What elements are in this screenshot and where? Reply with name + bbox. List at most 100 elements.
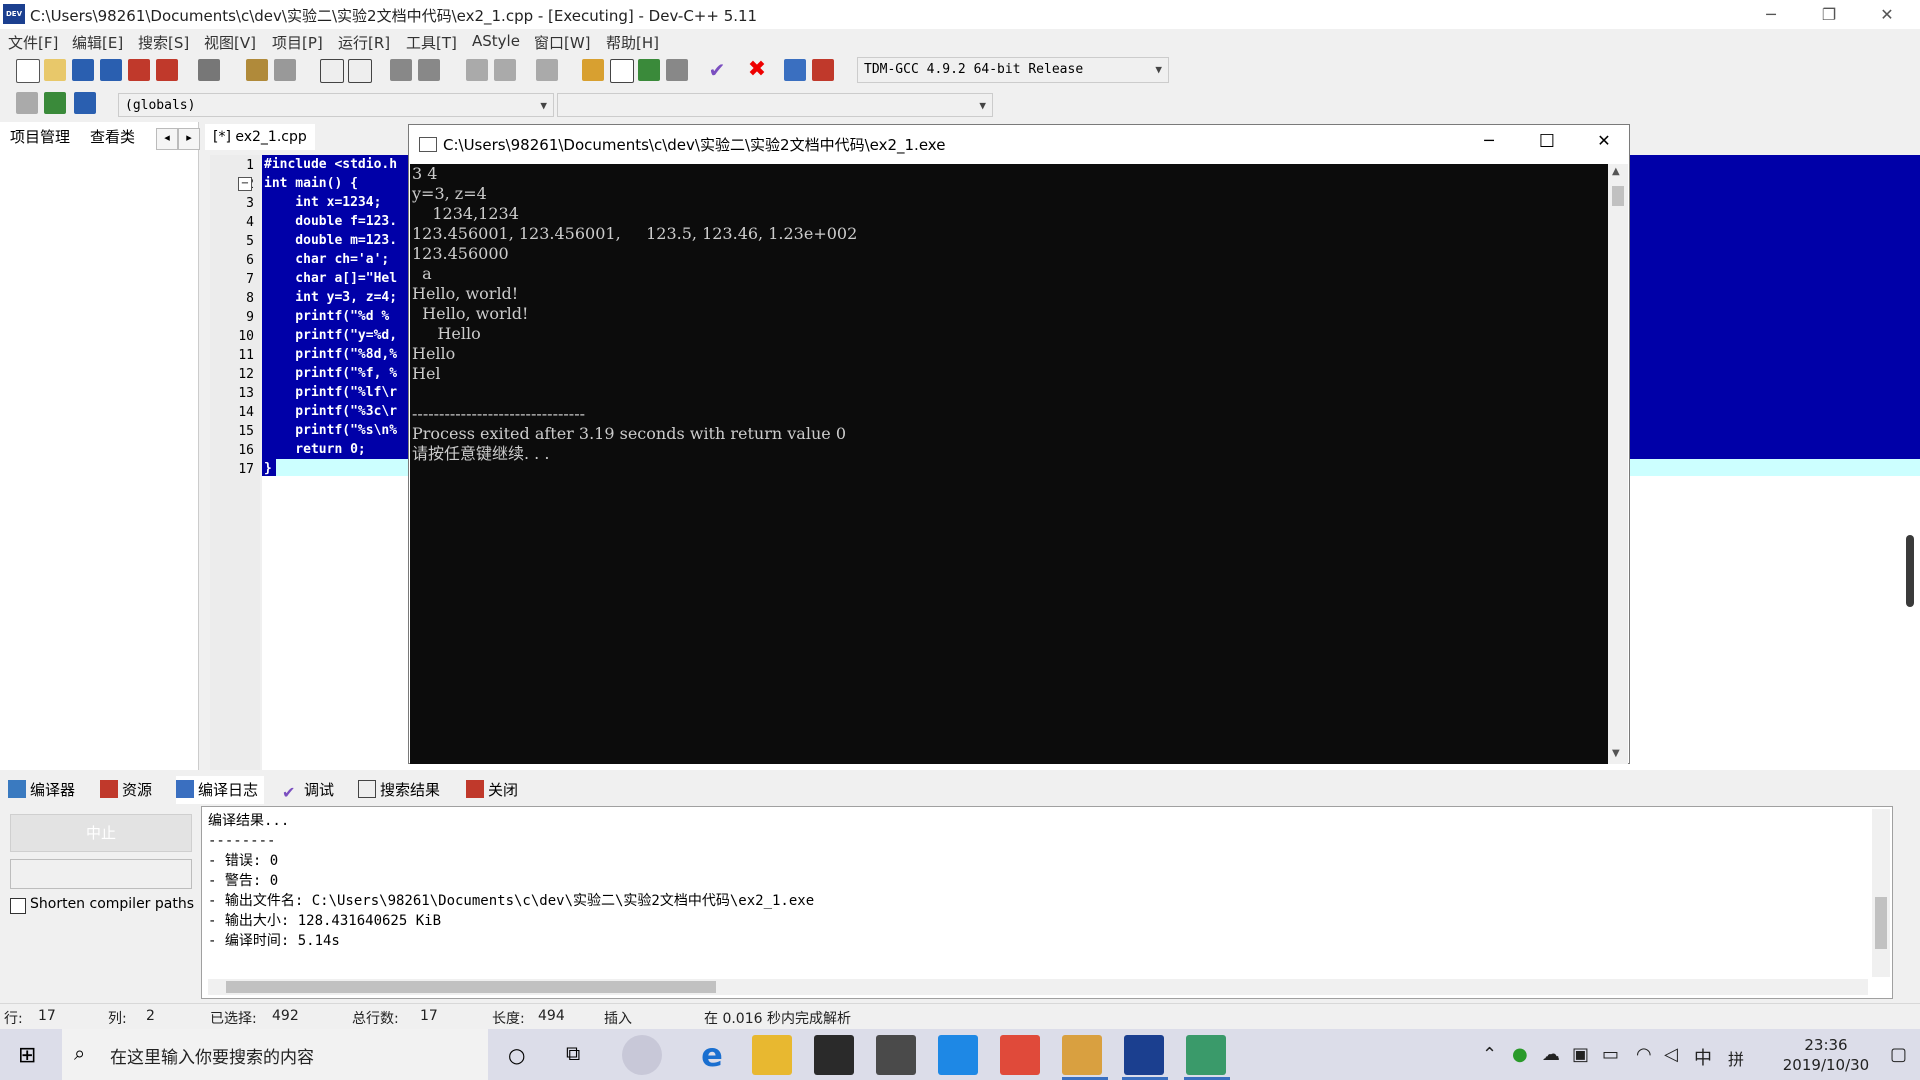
tab-class-browser[interactable]: 查看类 (84, 124, 141, 150)
tab-close[interactable]: 关闭 (466, 776, 518, 804)
ime-mode[interactable]: 拼 (1728, 1046, 1744, 1070)
replace-icon[interactable] (348, 59, 372, 83)
wifi-icon[interactable]: ◠ (1636, 1044, 1652, 1065)
abort-compile-button[interactable]: 中止 (10, 814, 192, 852)
console-taskbar-icon[interactable] (1186, 1035, 1226, 1075)
syntax-check-icon[interactable]: ✔ (706, 59, 728, 81)
file-explorer-icon[interactable] (752, 1035, 792, 1075)
log-vscrollbar[interactable] (1872, 809, 1890, 977)
print-icon[interactable] (198, 59, 220, 81)
scope-select[interactable]: (globals) ▼ (118, 93, 554, 117)
log-line: - 编译时间: 5.14s (208, 933, 340, 949)
console-close-button[interactable]: ✕ (1584, 131, 1624, 150)
undo-icon[interactable] (246, 59, 268, 81)
tab-compile-log[interactable]: 编译日志 (176, 776, 265, 804)
profile-icon[interactable] (784, 59, 806, 81)
menu-tools[interactable]: 工具[T] (406, 32, 457, 53)
store-icon[interactable] (814, 1035, 854, 1075)
scrollbar-thumb[interactable] (226, 981, 716, 993)
save-icon[interactable] (72, 59, 94, 81)
bookmark-prev-icon[interactable] (466, 59, 488, 81)
menu-edit[interactable]: 编辑[E] (72, 32, 123, 53)
menu-window[interactable]: 窗口[W] (534, 32, 591, 53)
close-all-icon[interactable] (156, 59, 178, 81)
network-status-icon[interactable]: ▣ (1572, 1044, 1589, 1065)
scrollbar-thumb[interactable] (1875, 897, 1887, 949)
cortana-icon[interactable]: ○ (508, 1043, 525, 1067)
menu-run[interactable]: 运行[R] (338, 32, 390, 53)
volume-icon[interactable]: ◁ (1664, 1044, 1678, 1065)
symbol-select[interactable]: ▼ (557, 93, 993, 117)
scrollbar-thumb[interactable] (1612, 186, 1624, 206)
windows-start-icon[interactable]: ⊞ (18, 1043, 36, 1068)
mail-icon[interactable] (876, 1035, 916, 1075)
tab-debug[interactable]: ✔ 调试 (282, 776, 334, 804)
line-number: 4 (246, 215, 254, 230)
devcpp-taskbar-icon[interactable] (1124, 1035, 1164, 1075)
compiler-select[interactable]: TDM-GCC 4.9.2 64-bit Release ▼ (857, 57, 1169, 83)
compile-run-icon[interactable] (638, 59, 660, 81)
close-button[interactable]: ✕ (1858, 0, 1916, 29)
menu-help[interactable]: 帮助[H] (606, 32, 659, 53)
fold-minus-icon[interactable]: − (238, 177, 252, 191)
panel-prev-button[interactable]: ◂ (156, 128, 178, 150)
battery-icon[interactable]: ▭ (1602, 1044, 1619, 1065)
tab-project-manager[interactable]: 项目管理 (4, 124, 77, 150)
shorten-paths-checkbox[interactable] (10, 898, 26, 914)
scroll-up-icon[interactable]: ▲ (1612, 166, 1620, 177)
tab-search-results[interactable]: 搜索结果 (358, 776, 440, 804)
menu-file[interactable]: 文件[F] (8, 32, 58, 53)
tab-resources[interactable]: 资源 (100, 776, 152, 804)
rebuild-icon[interactable] (666, 59, 688, 81)
stop-execution-icon[interactable]: ✖ (746, 59, 768, 81)
compile-log[interactable]: 编译结果... -------- - 错误: 0 - 警告: 0 - 输出文件名… (201, 806, 1893, 999)
delete-profile-icon[interactable] (812, 59, 834, 81)
scroll-down-icon[interactable]: ▼ (1612, 748, 1620, 759)
tray-expand-icon[interactable]: ⌃ (1482, 1044, 1497, 1065)
tray-app-icon[interactable]: ● (1512, 1044, 1528, 1065)
clock-time[interactable]: 23:36 (1786, 1036, 1866, 1054)
console-window[interactable]: C:\Users\98261\Documents\c\dev\实验二\实验2文档… (408, 124, 1630, 764)
unindent-icon[interactable] (418, 59, 440, 81)
restore-button[interactable]: ❐ (1800, 0, 1858, 29)
onedrive-icon[interactable]: ☁ (1542, 1044, 1560, 1065)
console-output[interactable]: 3 4 y=3, z=4 1234,1234 123.456001, 123.4… (410, 164, 1608, 764)
open-file-icon[interactable] (44, 59, 66, 81)
console-minimize-button[interactable]: ─ (1469, 131, 1509, 150)
menu-astyle[interactable]: AStyle (472, 32, 520, 50)
ime-language[interactable]: 中 (1694, 1044, 1712, 1070)
find-icon[interactable] (320, 59, 344, 83)
save-all-icon[interactable] (100, 59, 122, 81)
task-view-icon[interactable]: ⧉ (566, 1041, 580, 1065)
qq-app-icon[interactable] (938, 1035, 978, 1075)
toggle-comment-icon[interactable] (74, 92, 96, 114)
wps-app-icon[interactable] (1000, 1035, 1040, 1075)
pinwheel-app-icon[interactable] (622, 1035, 662, 1075)
console-scrollbar[interactable]: ▲ ▼ (1608, 164, 1628, 764)
menu-project[interactable]: 项目[P] (272, 32, 323, 53)
console-maximize-button[interactable]: ☐ (1527, 131, 1567, 152)
minimize-button[interactable]: ─ (1742, 0, 1800, 29)
redo-icon[interactable] (274, 59, 296, 81)
clock-date[interactable]: 2019/10/30 (1766, 1056, 1886, 1074)
panel-next-button[interactable]: ▸ (178, 128, 200, 150)
edge-browser-icon[interactable]: e (692, 1035, 732, 1075)
indent-icon[interactable] (390, 59, 412, 81)
editor-tab-ex2-1[interactable]: [*] ex2_1.cpp (205, 124, 315, 150)
compile-icon[interactable] (582, 59, 604, 81)
bookmark-next-icon[interactable] (494, 59, 516, 81)
run-icon[interactable] (610, 59, 634, 83)
notification-icon[interactable]: ▢ (1890, 1044, 1907, 1065)
taskbar-search[interactable]: ⌕ 在这里输入你要搜索的内容 (62, 1029, 488, 1080)
tab-compiler[interactable]: 编译器 (8, 776, 75, 804)
archive-app-icon[interactable] (1062, 1035, 1102, 1075)
insert-icon[interactable] (16, 92, 38, 114)
log-hscrollbar[interactable] (208, 979, 1868, 995)
editor-scrollbar-thumb[interactable] (1906, 535, 1914, 607)
menu-view[interactable]: 视图[V] (204, 32, 256, 53)
new-file-icon[interactable] (16, 59, 40, 83)
close-file-icon[interactable] (128, 59, 150, 81)
menu-search[interactable]: 搜索[S] (138, 32, 189, 53)
toggle-bookmark-icon[interactable] (536, 59, 558, 81)
goto-icon[interactable] (44, 92, 66, 114)
